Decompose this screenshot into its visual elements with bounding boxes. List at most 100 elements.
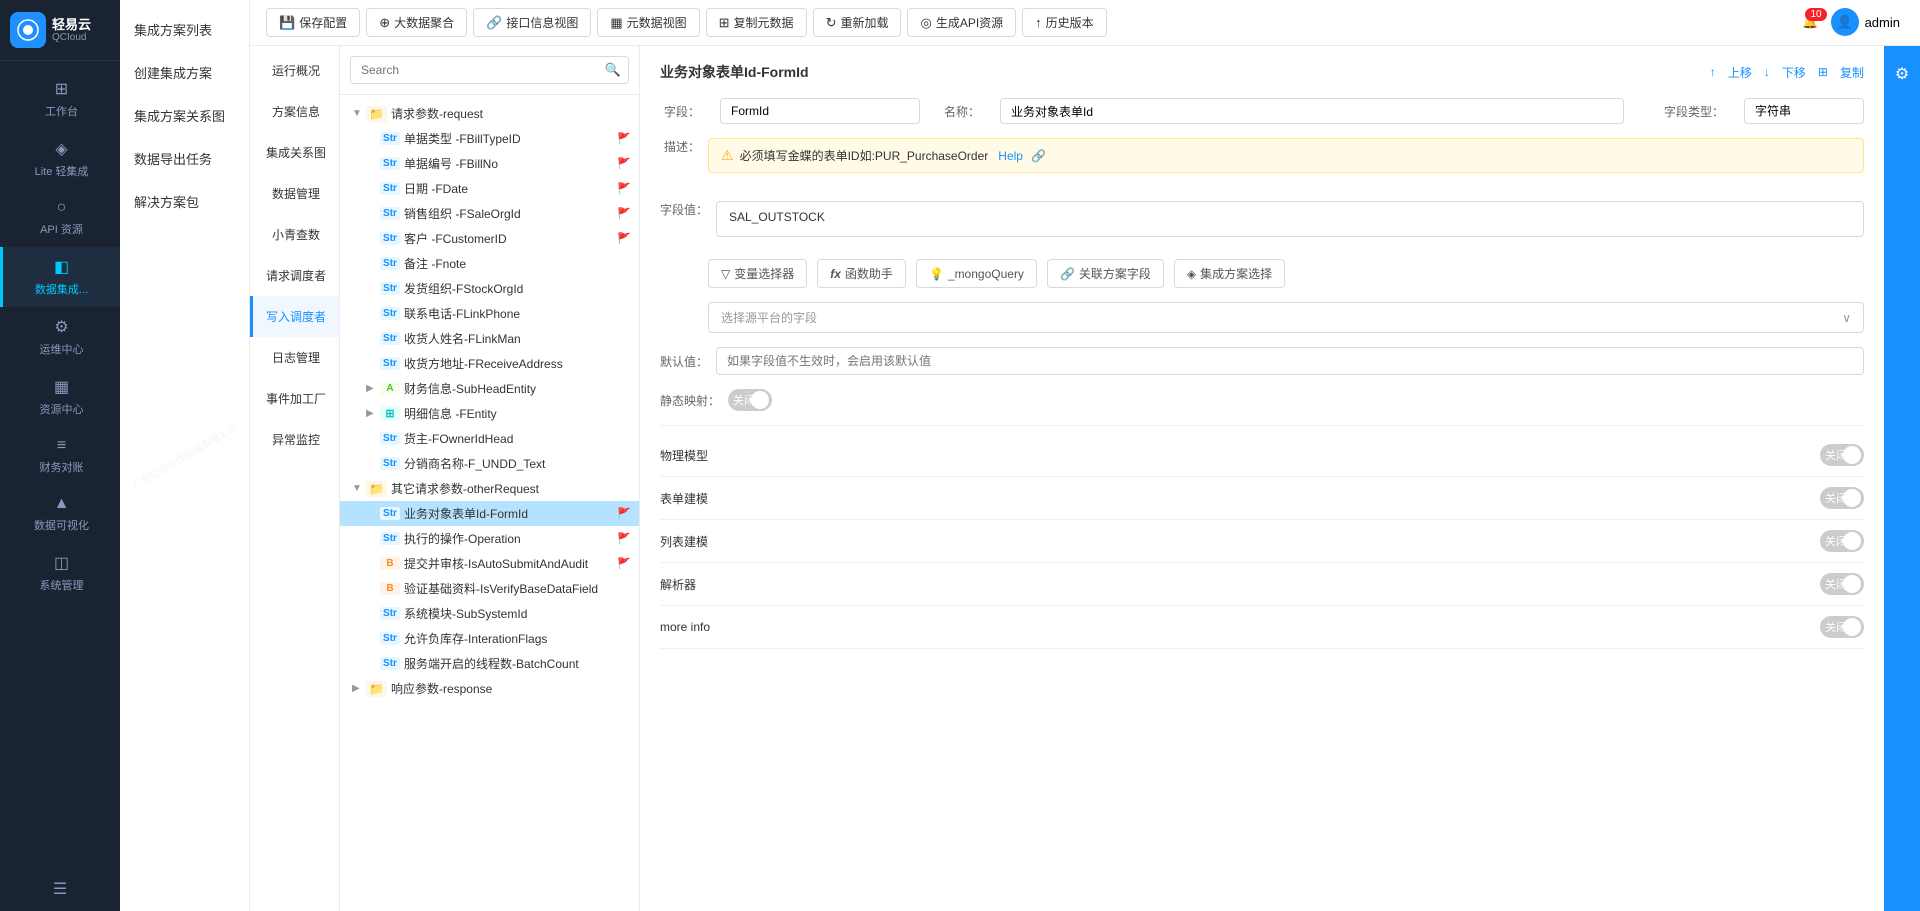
node-label: 分销商名称-F_UNDD_Text bbox=[404, 455, 631, 472]
meta-view-btn[interactable]: ▦ 元数据视图 bbox=[597, 8, 699, 37]
panel3-relation[interactable]: 集成关系图 bbox=[250, 132, 339, 173]
tree-node-finance[interactable]: ▶ A 财务信息-SubHeadEntity bbox=[340, 376, 639, 401]
name-input[interactable] bbox=[1000, 98, 1624, 124]
type-select[interactable]: 字符串 数字 布尔 bbox=[1744, 98, 1864, 124]
panel3-event[interactable]: 事件加工厂 bbox=[250, 378, 339, 419]
search-input[interactable] bbox=[350, 56, 629, 84]
table-toggle[interactable]: 关闭 bbox=[1820, 487, 1864, 509]
user-info[interactable]: 👤 admin bbox=[1831, 8, 1900, 36]
panel3-small[interactable]: 小青查数 bbox=[250, 214, 339, 255]
copy-data-btn[interactable]: ⊞ 复制元数据 bbox=[706, 8, 807, 37]
source-platform-select[interactable]: 选择源平台的字段 ∨ bbox=[708, 302, 1864, 333]
tree-node-customer[interactable]: Str 客户 -FCustomerID 🚩 bbox=[340, 226, 639, 251]
sidebar-item-resource[interactable]: ▦ 资源中心 bbox=[0, 367, 120, 427]
sidebar2-item-list[interactable]: 集成方案列表 bbox=[120, 8, 249, 51]
save-label: 保存配置 bbox=[299, 14, 347, 31]
tree-node-stockorg[interactable]: Str 发货组织-FStockOrgId bbox=[340, 276, 639, 301]
source-placeholder: 选择源平台的字段 bbox=[721, 309, 817, 326]
sidebar2-item-solution[interactable]: 解决方案包 bbox=[120, 180, 249, 223]
notification-bell[interactable]: 🔔 10 bbox=[1802, 14, 1818, 30]
copy-action[interactable]: 复制 bbox=[1840, 64, 1864, 81]
func-helper-btn[interactable]: fx 函数助手 bbox=[817, 259, 906, 288]
sidebar-item-data[interactable]: ◧ 数据集成... bbox=[0, 247, 120, 307]
str-badge: Str bbox=[380, 507, 400, 520]
tree-node-owner[interactable]: Str 货主-FOwnerIdHead bbox=[340, 426, 639, 451]
up-action[interactable]: 上移 bbox=[1728, 64, 1752, 81]
history-btn[interactable]: ↑ 历史版本 bbox=[1022, 8, 1107, 37]
tree-node-billno[interactable]: Str 单据编号 -FBillNo 🚩 bbox=[340, 151, 639, 176]
flag-icon: 🚩 bbox=[617, 232, 631, 245]
help-link[interactable]: Help bbox=[998, 149, 1023, 163]
sidebar-item-lite[interactable]: ◈ Lite 轻集成 bbox=[0, 129, 120, 189]
tree-node-salename[interactable]: Str 分销商名称-F_UNDD_Text bbox=[340, 451, 639, 476]
sidebar-item-visual[interactable]: ▲ 数据可视化 bbox=[0, 485, 120, 543]
list-toggle[interactable]: 关闭 bbox=[1820, 530, 1864, 552]
tree-node-billtype[interactable]: Str 单据类型 -FBillTypeID 🚩 bbox=[340, 126, 639, 151]
sidebar-item-api[interactable]: ○ API 资源 bbox=[0, 189, 120, 247]
sidebar-item-label: Lite 轻集成 bbox=[35, 163, 89, 179]
chevron-right-icon: ▶ bbox=[352, 683, 366, 694]
tree-node-linkphone[interactable]: Str 联系电话-FLinkPhone bbox=[340, 301, 639, 326]
sidebar-collapse[interactable]: ☰ bbox=[0, 867, 120, 911]
physical-toggle[interactable]: 关闭 bbox=[1820, 444, 1864, 466]
panel3-data[interactable]: 数据管理 bbox=[250, 173, 339, 214]
tree-node-formid[interactable]: Str 业务对象表单Id-FormId 🚩 bbox=[340, 501, 639, 526]
parser-toggle[interactable]: 关闭 bbox=[1820, 573, 1864, 595]
hamburger-icon: ☰ bbox=[53, 879, 67, 899]
assoc-field-btn[interactable]: 🔗 关联方案字段 bbox=[1047, 259, 1164, 288]
mongo-btn[interactable]: 💡 _mongoQuery bbox=[916, 259, 1037, 288]
str-badge: Str bbox=[380, 282, 400, 295]
tree-node-note[interactable]: Str 备注 -Fnote bbox=[340, 251, 639, 276]
external-link-icon[interactable]: 🔗 bbox=[1031, 149, 1046, 163]
sidebar2-item-relation[interactable]: 集成方案关系图 bbox=[120, 94, 249, 137]
tree-body: ▼ 📁 请求参数-request Str 单据类型 -FBillTypeID 🚩… bbox=[340, 95, 639, 911]
panel3-log[interactable]: 日志管理 bbox=[250, 337, 339, 378]
api-view-btn[interactable]: 🔗 接口信息视图 bbox=[473, 8, 591, 37]
tree-node-saleorg[interactable]: Str 销售组织 -FSaleOrgId 🚩 bbox=[340, 201, 639, 226]
sidebar-item-workbench[interactable]: ⊞ 工作台 bbox=[0, 69, 120, 129]
panel3-request[interactable]: 请求调度者 bbox=[250, 255, 339, 296]
chevron-right-icon: ▶ bbox=[366, 408, 380, 419]
tree-node-flags[interactable]: Str 允许负库存-InterationFlags bbox=[340, 626, 639, 651]
tree-node-linkman[interactable]: Str 收货人姓名-FLinkMan bbox=[340, 326, 639, 351]
tree-node-req[interactable]: ▼ 📁 请求参数-request bbox=[340, 101, 639, 126]
field-value-display[interactable]: SAL_OUTSTOCK bbox=[716, 201, 1864, 237]
tree-node-autosubmit[interactable]: B 提交并审核-IsAutoSubmitAndAudit 🚩 bbox=[340, 551, 639, 576]
panel3-overview[interactable]: 运行概况 bbox=[250, 50, 339, 91]
sidebar2-item-create[interactable]: 创建集成方案 bbox=[120, 51, 249, 94]
detail-actions: ↑ 上移 ↓ 下移 ⊞ 复制 bbox=[1710, 64, 1864, 81]
integrate-btn[interactable]: ◈ 集成方案选择 bbox=[1174, 259, 1285, 288]
gear-btn[interactable]: ⚙ bbox=[1889, 58, 1915, 90]
gen-api-btn[interactable]: ◎ 生成API资源 bbox=[907, 8, 1016, 37]
tree-node-response[interactable]: ▶ 📁 响应参数-response bbox=[340, 676, 639, 701]
panel3-info[interactable]: 方案信息 bbox=[250, 91, 339, 132]
sidebar-item-finance[interactable]: ≡ 财务对账 bbox=[0, 427, 120, 485]
tree-node-other-req[interactable]: ▼ 📁 其它请求参数-otherRequest bbox=[340, 476, 639, 501]
tree-node-address[interactable]: Str 收货方地址-FReceiveAddress bbox=[340, 351, 639, 376]
sidebar-item-system[interactable]: ◫ 系统管理 bbox=[0, 543, 120, 603]
moreinfo-toggle[interactable]: 关闭 bbox=[1820, 616, 1864, 638]
sidebar-item-ops[interactable]: ⚙ 运维中心 bbox=[0, 307, 120, 367]
bigdata-btn[interactable]: ⊕ 大数据聚合 bbox=[366, 8, 467, 37]
tree-node-date[interactable]: Str 日期 -FDate 🚩 bbox=[340, 176, 639, 201]
tree-node-subsystem[interactable]: Str 系统模块-SubSystemId bbox=[340, 601, 639, 626]
reload-label: 重新加载 bbox=[840, 14, 888, 31]
static-toggle[interactable]: 关闭 bbox=[728, 389, 772, 411]
tree-node-operation[interactable]: Str 执行的操作-Operation 🚩 bbox=[340, 526, 639, 551]
toggle-off-label: 关闭 bbox=[1825, 490, 1847, 506]
save-btn[interactable]: 💾 保存配置 bbox=[266, 8, 360, 37]
default-input[interactable] bbox=[716, 347, 1864, 375]
tree-node-batchcount[interactable]: Str 服务端开启的线程数-BatchCount bbox=[340, 651, 639, 676]
field-input[interactable] bbox=[720, 98, 920, 124]
var-selector-btn[interactable]: ▽ 变量选择器 bbox=[708, 259, 807, 288]
panel3-write[interactable]: 写入调度者 bbox=[250, 296, 339, 337]
node-label: 执行的操作-Operation bbox=[404, 530, 613, 547]
node-label: 发货组织-FStockOrgId bbox=[404, 280, 631, 297]
node-label: 系统模块-SubSystemId bbox=[404, 605, 631, 622]
tree-node-verify[interactable]: B 验证基础资料-IsVerifyBaseDataField bbox=[340, 576, 639, 601]
sidebar2-item-export[interactable]: 数据导出任务 bbox=[120, 137, 249, 180]
down-action[interactable]: 下移 bbox=[1782, 64, 1806, 81]
panel3-exception[interactable]: 异常监控 bbox=[250, 419, 339, 460]
reload-btn[interactable]: ↻ 重新加载 bbox=[813, 8, 902, 37]
tree-node-detail[interactable]: ▶ ⊞ 明细信息 -FEntity bbox=[340, 401, 639, 426]
